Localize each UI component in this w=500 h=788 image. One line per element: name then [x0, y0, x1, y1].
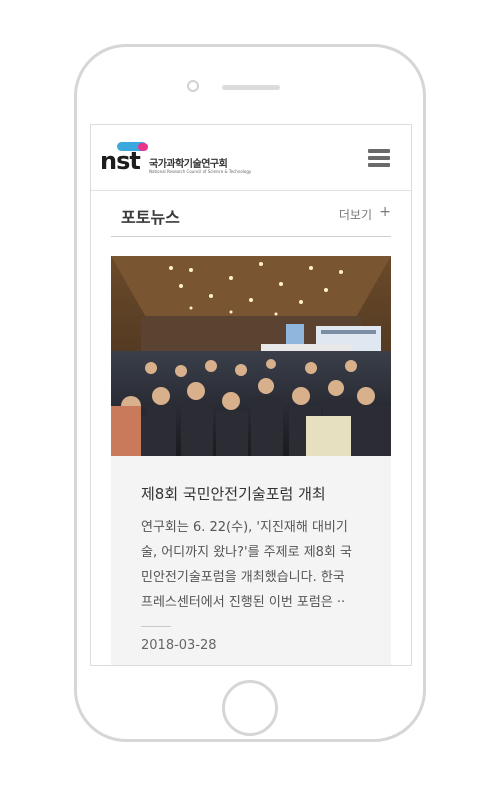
- article-title[interactable]: 제8회 국민안전기술포럼 개최: [141, 483, 326, 504]
- plus-icon[interactable]: +: [379, 204, 391, 220]
- divider: [141, 626, 171, 627]
- photo-news-card[interactable]: 제8회 국민안전기술포럼 개최 연구회는 6. 22(수), '지진재해 대비기…: [111, 256, 391, 665]
- summary-line: 연구회는 6. 22(수), '지진재해 대비기: [141, 520, 348, 535]
- article-date: 2018-03-28: [141, 638, 217, 653]
- camera-icon: [187, 80, 199, 92]
- article-summary: 연구회는 6. 22(수), '지진재해 대비기 술, 어디까지 왔나?'를 주…: [141, 515, 365, 615]
- hamburger-menu-icon[interactable]: [368, 149, 390, 167]
- phone-screen: nst 국가과학기술연구회 National Research Council …: [90, 124, 412, 666]
- speaker-grille: [222, 85, 280, 90]
- section-header: 포토뉴스 더보기 +: [111, 191, 391, 237]
- article-photo[interactable]: [111, 256, 391, 456]
- logo-english-name: National Research Council of Science & T…: [149, 169, 252, 174]
- conference-hall-image: [111, 256, 391, 456]
- logo-wordmark: nst: [100, 147, 141, 175]
- summary-line: 민안전기술포럼을 개최했습니다. 한국: [141, 570, 345, 585]
- home-button[interactable]: [222, 680, 278, 736]
- more-link[interactable]: 더보기: [339, 206, 372, 223]
- logo-korean-name: 국가과학기술연구회: [149, 159, 228, 170]
- site-header: nst 국가과학기술연구회 National Research Council …: [91, 125, 411, 191]
- summary-line: 술, 어디까지 왔나?'를 주제로 제8회 국: [141, 545, 352, 560]
- summary-line: 프레스센터에서 진행된 이번 포럼은 ··: [141, 595, 346, 610]
- section-title: 포토뉴스: [121, 208, 180, 227]
- nst-logo[interactable]: nst: [100, 142, 150, 176]
